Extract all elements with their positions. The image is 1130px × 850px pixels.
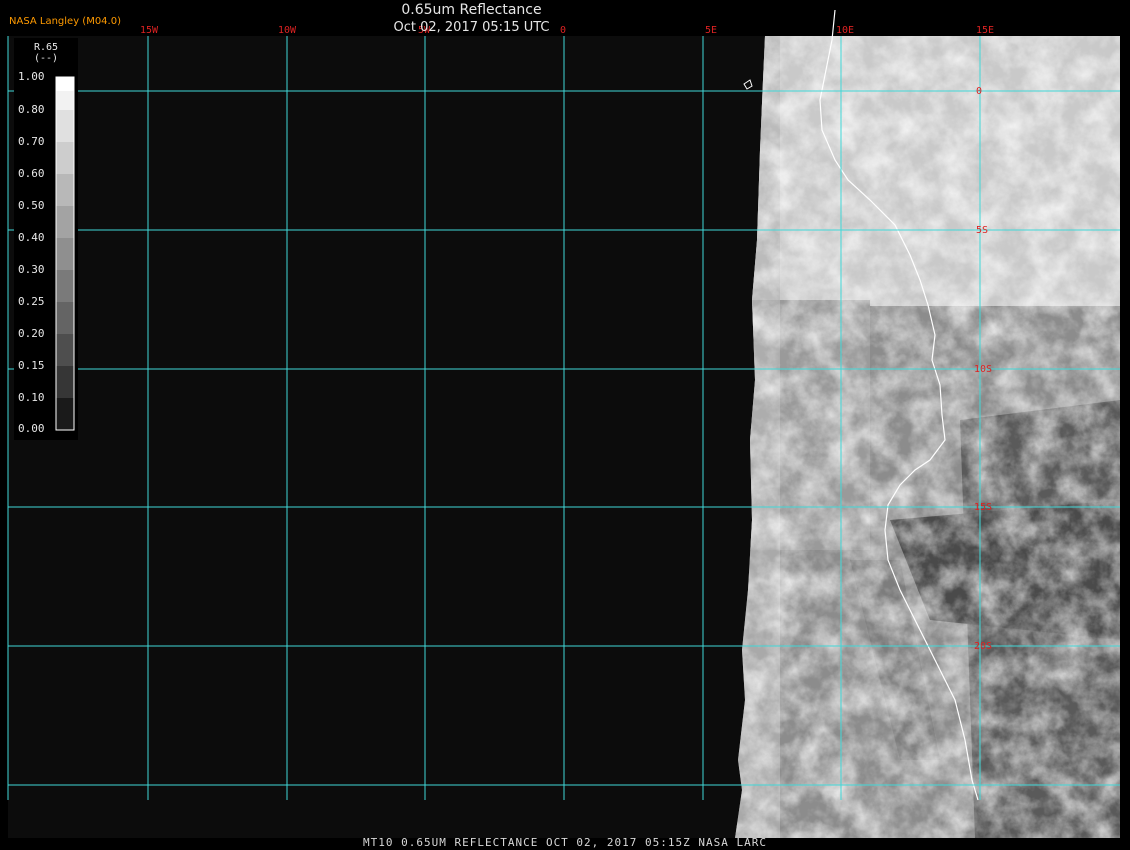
legend-label: 0.70 xyxy=(18,135,45,148)
legend-label: 0.50 xyxy=(18,199,45,212)
legend-label: 0.60 xyxy=(18,167,45,180)
legend-label: 0.15 xyxy=(18,359,45,372)
legend-label: 0.00 xyxy=(18,422,45,435)
lat-label: 20S xyxy=(974,641,992,652)
legend-label: 0.30 xyxy=(18,263,45,276)
lat-label: 0 xyxy=(976,86,982,97)
legend-variable: R.65 xyxy=(33,42,59,53)
lat-label: 15S xyxy=(974,502,992,513)
satellite-image-viewer: 15W 10W 5W 0 5E 10E 15E 0 5S 10S 15S 20S xyxy=(0,0,1130,850)
legend-unit: (--) xyxy=(33,53,59,64)
timestamp: Oct 02, 2017 05:15 UTC xyxy=(393,20,550,35)
lat-label: 10S xyxy=(974,364,992,375)
legend-label: 0.10 xyxy=(18,391,45,404)
legend-label: 0.20 xyxy=(18,327,45,340)
legend-label: 0.25 xyxy=(18,295,45,308)
page-title: 0.65um Reflectance xyxy=(401,2,542,18)
satellite-swath xyxy=(735,36,1120,838)
legend-label: 1.00 xyxy=(18,70,45,83)
legend-label: 0.40 xyxy=(18,231,45,244)
satellite-map: 15W 10W 5W 0 5E 10E 15E 0 5S 10S 15S 20S xyxy=(7,9,1120,838)
footer-caption: MT10 0.65UM REFLECTANCE OCT 02, 2017 05:… xyxy=(363,836,767,849)
legend-title: R.65 (--) xyxy=(16,42,76,64)
legend-label: 0.80 xyxy=(18,103,45,116)
lat-label: 5S xyxy=(976,225,988,236)
lon-label: 15E xyxy=(976,25,994,36)
